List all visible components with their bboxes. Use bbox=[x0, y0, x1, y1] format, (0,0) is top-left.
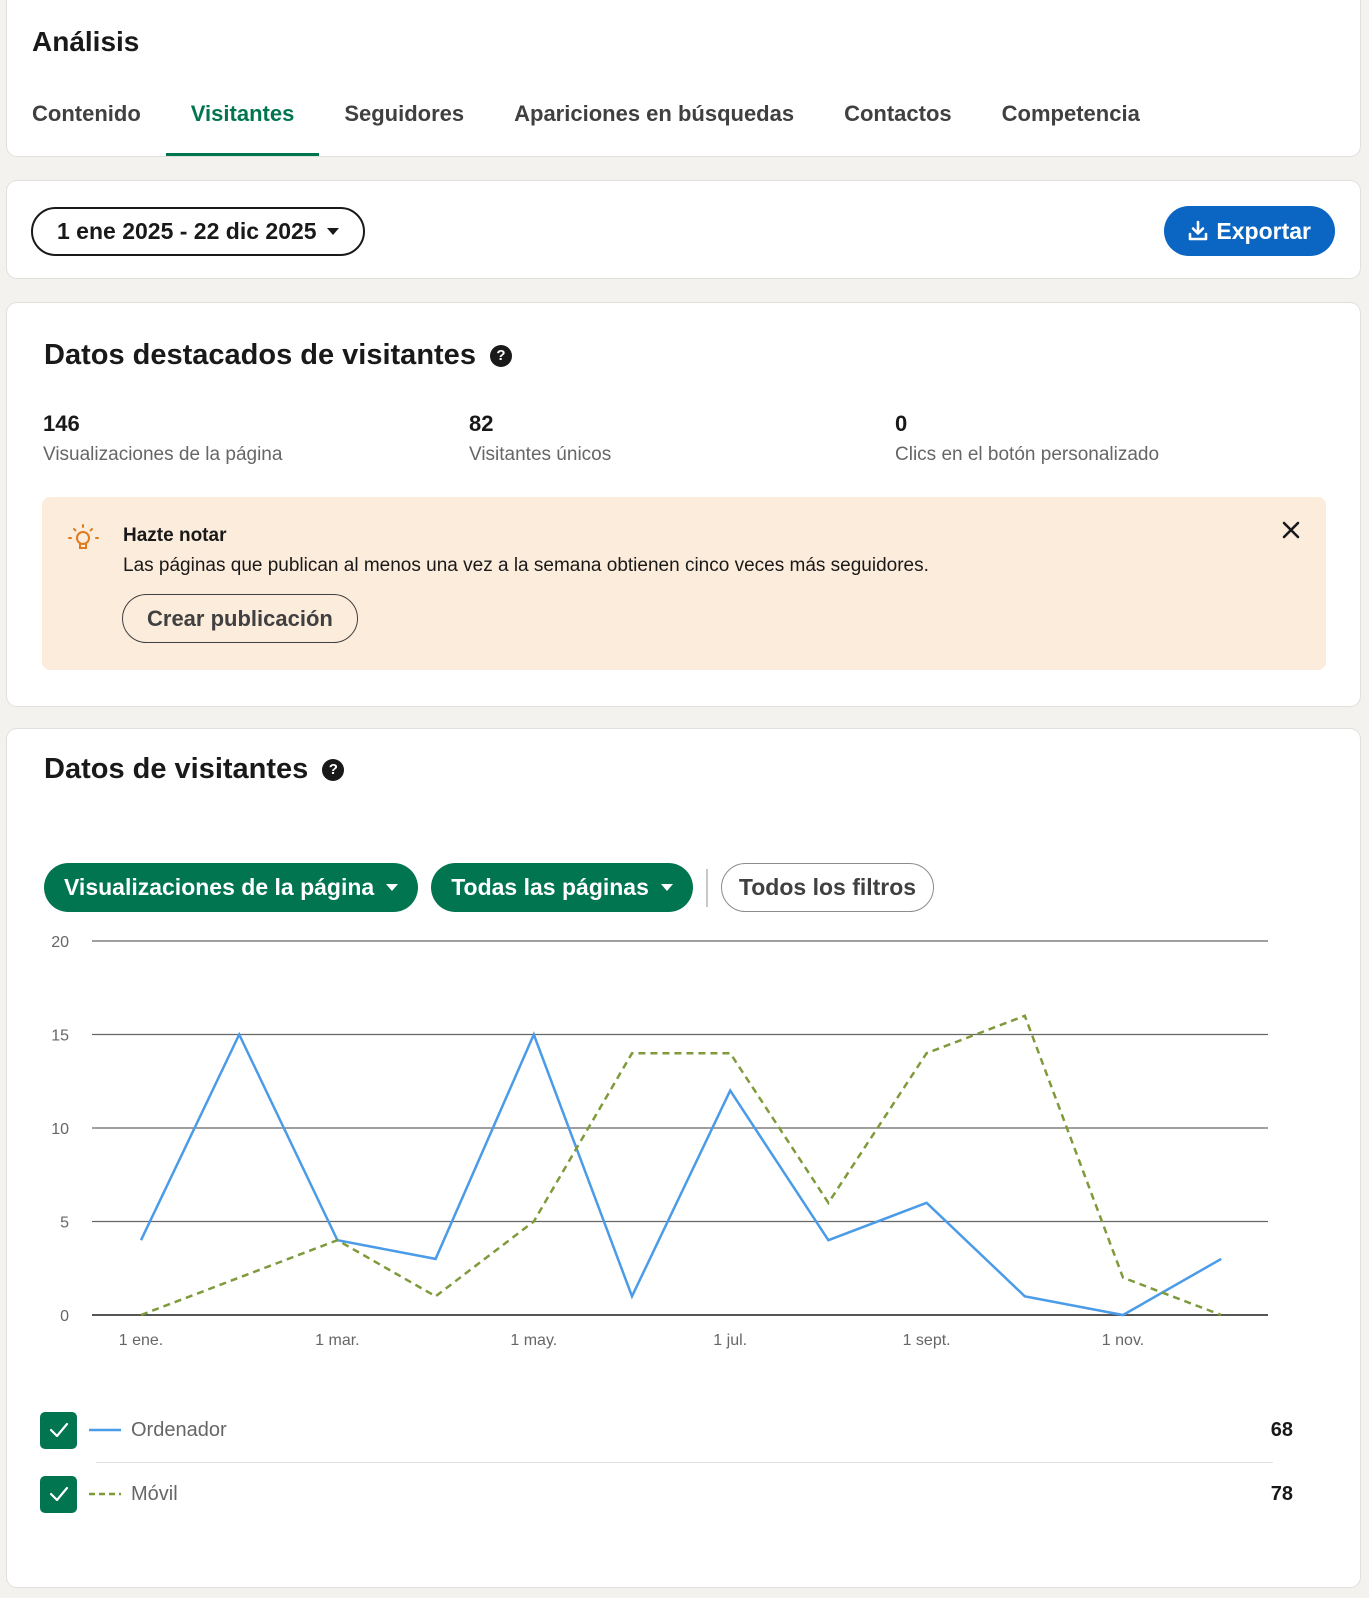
visitor-data-title-row: Datos de visitantes ? bbox=[44, 753, 345, 786]
x-tick-label: 1 nov. bbox=[1102, 1332, 1144, 1349]
series-checkbox-movil[interactable] bbox=[40, 1475, 77, 1513]
caret-down-icon bbox=[386, 884, 399, 891]
metric-value: 146 bbox=[43, 411, 80, 436]
download-icon bbox=[1189, 220, 1208, 241]
y-tick-label: 15 bbox=[51, 1028, 69, 1045]
metric-dropdown[interactable]: Visualizaciones de la página bbox=[44, 863, 419, 912]
tab-visitantes[interactable]: Visitantes bbox=[165, 96, 320, 156]
legend-name: Ordenador bbox=[131, 1418, 227, 1441]
notice-title: Hazte notar bbox=[123, 525, 227, 546]
all-filters-button[interactable]: Todos los filtros bbox=[720, 863, 935, 912]
legend-name: Móvil bbox=[131, 1482, 178, 1505]
pages-dropdown-label: Todas las páginas bbox=[451, 874, 649, 900]
series-line-ordenador bbox=[139, 1031, 1222, 1317]
legend-row-ordenador: Ordenador 68 bbox=[40, 1398, 1293, 1462]
highlights-card: Datos destacados de visitantes ? 146 Vis… bbox=[7, 303, 1360, 706]
x-tick-label: 1 jul. bbox=[713, 1332, 747, 1349]
analytics-header: Análisis Contenido Visitantes Seguidores… bbox=[7, 0, 1360, 156]
metric-label: Visualizaciones de la página bbox=[43, 444, 283, 465]
page-title: Análisis bbox=[32, 26, 140, 57]
checkmark-icon bbox=[49, 1486, 68, 1502]
visitors-line-chart: 0 5 10 15 20 1 ene. 1 mar. 1 may. 1 jul. 1 sept. 1… bbox=[51, 934, 1268, 1349]
date-toolbar: 1 ene 2025 - 22 dic 2025 Exportar bbox=[7, 181, 1360, 278]
legend-total: 68 bbox=[1270, 1418, 1293, 1441]
export-button[interactable]: Exportar bbox=[1164, 206, 1335, 256]
pages-dropdown[interactable]: Todas las páginas bbox=[431, 863, 693, 912]
x-tick-label: 1 sept. bbox=[903, 1332, 951, 1349]
metric-unique-visitors: 82 Visitantes únicos bbox=[469, 411, 611, 466]
export-label: Exportar bbox=[1216, 217, 1311, 244]
y-tick-label: 5 bbox=[60, 1215, 69, 1232]
date-range-label: 1 ene 2025 - 22 dic 2025 bbox=[57, 218, 317, 244]
x-tick-label: 1 mar. bbox=[315, 1332, 359, 1349]
close-icon[interactable] bbox=[1276, 515, 1306, 545]
create-post-button[interactable]: Crear publicación bbox=[122, 594, 358, 643]
y-tick-label: 10 bbox=[51, 1121, 69, 1138]
tab-competencia[interactable]: Competencia bbox=[977, 96, 1165, 156]
caret-down-icon bbox=[660, 884, 673, 891]
visitor-data-title: Datos de visitantes bbox=[44, 753, 309, 785]
metric-page-views: 146 Visualizaciones de la página bbox=[43, 411, 282, 466]
metric-dropdown-label: Visualizaciones de la página bbox=[64, 874, 375, 900]
tab-contactos[interactable]: Contactos bbox=[819, 96, 977, 156]
x-tick-label: 1 ene. bbox=[119, 1332, 163, 1349]
tab-seguidores[interactable]: Seguidores bbox=[319, 96, 489, 156]
checkmark-icon bbox=[49, 1422, 68, 1438]
legend-total: 78 bbox=[1270, 1482, 1293, 1505]
tab-apariciones[interactable]: Apariciones en búsquedas bbox=[489, 96, 819, 156]
series-checkbox-ordenador[interactable] bbox=[40, 1411, 77, 1449]
lightbulb-icon bbox=[67, 524, 99, 549]
metric-label: Clics en el botón personalizado bbox=[895, 444, 1160, 465]
help-icon[interactable]: ? bbox=[322, 758, 345, 781]
legend-row-movil: Móvil 78 bbox=[40, 1462, 1293, 1526]
y-tick-label: 20 bbox=[51, 934, 69, 951]
highlights-title-row: Datos destacados de visitantes ? bbox=[44, 339, 512, 372]
notice-text: Las páginas que publican al menos una ve… bbox=[123, 555, 929, 576]
dashed-line-swatch bbox=[89, 1492, 121, 1496]
filter-divider bbox=[705, 868, 708, 907]
tab-contenido[interactable]: Contenido bbox=[7, 96, 166, 156]
chart-filters: Visualizaciones de la página Todas las p… bbox=[44, 863, 935, 912]
tip-notice: Hazte notar Las páginas que publican al … bbox=[42, 497, 1326, 670]
highlights-title: Datos destacados de visitantes bbox=[44, 339, 476, 371]
solid-line-swatch bbox=[89, 1428, 121, 1432]
metric-custom-button-clicks: 0 Clics en el botón personalizado bbox=[895, 411, 1159, 466]
help-icon[interactable]: ? bbox=[489, 344, 512, 367]
x-tick-label: 1 may. bbox=[510, 1332, 557, 1349]
caret-down-icon bbox=[326, 228, 339, 235]
metric-value: 0 bbox=[895, 411, 908, 436]
y-tick-label: 0 bbox=[60, 1308, 69, 1325]
metric-value: 82 bbox=[469, 411, 494, 436]
tab-bar: Contenido Visitantes Seguidores Aparicio… bbox=[7, 96, 1165, 156]
metric-label: Visitantes únicos bbox=[469, 444, 612, 465]
date-range-dropdown[interactable]: 1 ene 2025 - 22 dic 2025 bbox=[31, 207, 365, 256]
